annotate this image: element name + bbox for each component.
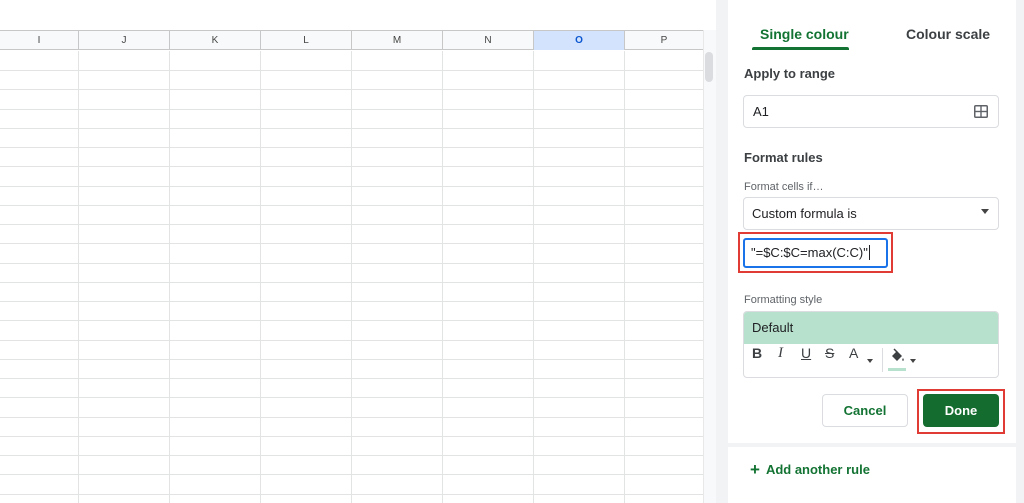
paint-bucket-icon[interactable] bbox=[889, 347, 905, 367]
tab-colour-scale[interactable]: Colour scale bbox=[906, 26, 990, 42]
column-gridline bbox=[351, 51, 352, 503]
cancel-button[interactable]: Cancel bbox=[822, 394, 908, 427]
column-header-row: I J K L M N O P bbox=[0, 30, 703, 50]
sheet-toolbar-gap bbox=[0, 0, 716, 30]
chevron-down-icon[interactable] bbox=[981, 209, 989, 214]
format-cells-if-label: Format cells if… bbox=[744, 181, 824, 193]
bold-button[interactable]: B bbox=[752, 343, 762, 363]
column-gridline bbox=[533, 51, 534, 503]
column-header-j[interactable]: J bbox=[79, 31, 170, 50]
column-gridline bbox=[624, 51, 625, 503]
column-header-p[interactable]: P bbox=[625, 31, 703, 50]
text-color-button[interactable]: A bbox=[849, 343, 858, 363]
style-preset-default[interactable]: Default bbox=[744, 312, 998, 344]
column-header-m[interactable]: M bbox=[352, 31, 443, 50]
plus-icon: + bbox=[750, 460, 760, 479]
column-gridline bbox=[260, 51, 261, 503]
column-gridline bbox=[78, 51, 79, 503]
add-another-rule-link[interactable]: + Add another rule bbox=[750, 460, 870, 480]
cell-grid[interactable] bbox=[0, 51, 703, 503]
condition-select[interactable]: Custom formula is bbox=[743, 197, 999, 230]
fill-color-swatch bbox=[888, 368, 906, 371]
add-rule-label: Add another rule bbox=[765, 462, 870, 477]
column-header-o[interactable]: O bbox=[534, 31, 625, 50]
vertical-scrollbar-thumb[interactable] bbox=[705, 52, 713, 82]
strikethrough-button[interactable]: S bbox=[825, 343, 834, 363]
spreadsheet-area: I J K L M N O P bbox=[0, 0, 716, 503]
vertical-scrollbar[interactable] bbox=[703, 30, 716, 503]
custom-formula-input[interactable]: "=$C:$C=max(C:C)" bbox=[743, 238, 888, 268]
apply-to-range-label: Apply to range bbox=[744, 66, 836, 81]
column-gridline bbox=[169, 51, 170, 503]
toolbar-divider bbox=[882, 348, 883, 372]
underline-button[interactable]: U bbox=[801, 343, 811, 363]
text-caret bbox=[868, 245, 870, 260]
text-color-dropdown-icon[interactable] bbox=[867, 359, 873, 363]
column-gridline bbox=[442, 51, 443, 503]
done-button[interactable]: Done bbox=[923, 394, 999, 427]
column-header-n[interactable]: N bbox=[443, 31, 534, 50]
column-header-l[interactable]: L bbox=[261, 31, 352, 50]
formula-text: "=$C:$C=max(C:C)" bbox=[751, 245, 868, 260]
italic-button[interactable]: I bbox=[778, 343, 783, 363]
grid-select-icon[interactable] bbox=[974, 105, 988, 118]
tab-single-colour[interactable]: Single colour bbox=[760, 26, 849, 42]
column-header-k[interactable]: K bbox=[170, 31, 261, 50]
format-rules-heading: Format rules bbox=[744, 150, 823, 165]
formatting-style-label: Formatting style bbox=[744, 294, 823, 306]
fill-color-dropdown-icon[interactable] bbox=[910, 359, 916, 363]
active-tab-indicator bbox=[752, 47, 849, 50]
range-input[interactable]: A1 bbox=[743, 95, 999, 128]
column-header-i[interactable]: I bbox=[0, 31, 79, 50]
